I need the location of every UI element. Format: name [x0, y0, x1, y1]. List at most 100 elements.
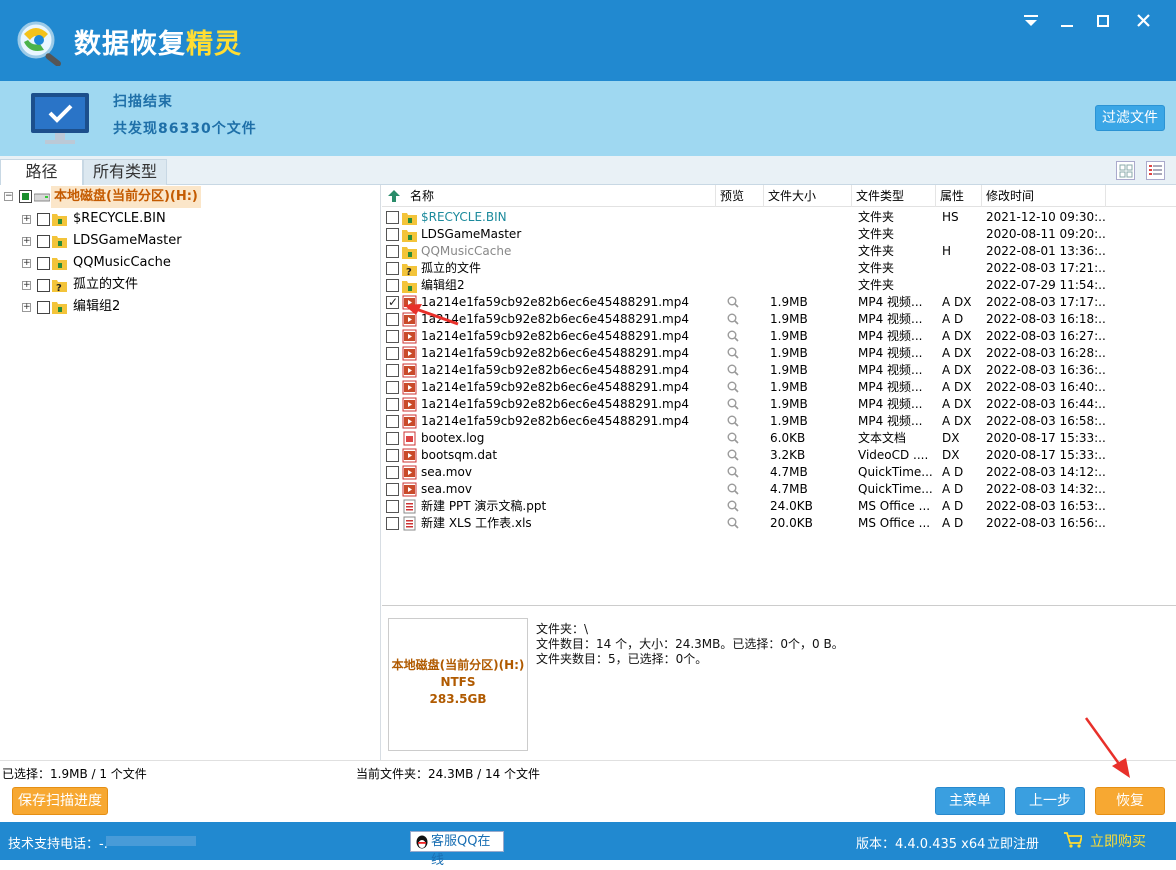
preview-magnifier-icon[interactable]	[727, 381, 739, 393]
table-row[interactable]: 1a214e1fa59cb92e82b6ec6e45488291.mp4 1.9M…	[382, 362, 1176, 379]
preview-magnifier-icon[interactable]	[727, 398, 739, 410]
preview-magnifier-icon[interactable]	[727, 415, 739, 427]
table-row[interactable]: ? 孤立的文件 文件夹 2022-08-03 17:21:...	[382, 260, 1176, 278]
row-checkbox[interactable]	[386, 500, 399, 513]
file-type: MP4 视频...	[858, 295, 923, 309]
save-progress-button[interactable]: 保存扫描进度	[12, 787, 108, 815]
row-checkbox[interactable]	[386, 466, 399, 479]
register-link[interactable]: 立即注册	[987, 833, 1039, 852]
preview-magnifier-icon[interactable]	[727, 500, 739, 512]
tree-root-label[interactable]: 本地磁盘(当前分区)(H:)	[51, 186, 201, 208]
column-attr[interactable]: 属性	[936, 185, 982, 207]
table-row[interactable]: QQMusicCache 文件夹 H 2022-08-01 13:36:...	[382, 243, 1176, 260]
table-row[interactable]: 新建 PPT 演示文稿.ppt 24.0KB MS Office ... A D 202…	[382, 498, 1176, 515]
preview-magnifier-icon[interactable]	[727, 313, 739, 325]
expand-icon[interactable]: +	[22, 215, 31, 224]
preview-magnifier-icon[interactable]	[727, 466, 739, 478]
preview-magnifier-icon[interactable]	[727, 364, 739, 376]
table-row[interactable]: 1a214e1fa59cb92e82b6ec6e45488291.mp4 1.9M…	[382, 379, 1176, 396]
table-row[interactable]: 1a214e1fa59cb92e82b6ec6e45488291.mp4 1.9M…	[382, 311, 1176, 328]
tree-checkbox[interactable]	[19, 190, 32, 203]
tree-checkbox[interactable]	[37, 213, 50, 226]
prev-step-button[interactable]: 上一步	[1015, 787, 1085, 815]
table-row[interactable]: 1a214e1fa59cb92e82b6ec6e45488291.mp4 1.9M…	[382, 396, 1176, 413]
file-size: 24.0KB	[770, 499, 813, 513]
buy-now-link[interactable]: 立即购买	[1090, 831, 1146, 851]
table-row[interactable]: bootsqm.dat 3.2KB VideoCD .... DX 2020-08-17…	[382, 447, 1176, 464]
tree-checkbox[interactable]	[37, 279, 50, 292]
table-row[interactable]: 1a214e1fa59cb92e82b6ec6e45488291.mp4 1.9M…	[382, 345, 1176, 362]
tree-checkbox[interactable]	[37, 257, 50, 270]
file-type: QuickTime...	[858, 482, 933, 496]
row-checkbox[interactable]	[386, 381, 399, 394]
list-view-icon[interactable]	[1146, 161, 1165, 180]
row-checkbox[interactable]	[386, 294, 399, 311]
row-checkbox[interactable]	[386, 415, 399, 428]
column-type[interactable]: 文件类型	[852, 185, 936, 207]
table-row[interactable]: 1a214e1fa59cb92e82b6ec6e45488291.mp4 1.9M…	[382, 328, 1176, 345]
row-checkbox[interactable]	[386, 228, 399, 241]
row-checkbox[interactable]	[386, 517, 399, 530]
filter-files-button[interactable]: 过滤文件	[1095, 105, 1165, 131]
qq-support-button[interactable]: 客服QQ在线	[410, 831, 504, 868]
table-row[interactable]: sea.mov 4.7MB QuickTime... A D 2022-08-03 14…	[382, 481, 1176, 498]
preview-magnifier-icon[interactable]	[727, 432, 739, 444]
table-row[interactable]: bootex.log 6.0KB 文本文档 DX 2020-08-17 15:33:..…	[382, 430, 1176, 447]
row-checkbox[interactable]	[386, 262, 399, 275]
preview-magnifier-icon[interactable]	[727, 330, 739, 342]
row-checkbox[interactable]	[386, 313, 399, 326]
menu-dropdown-icon[interactable]	[1019, 10, 1043, 34]
table-row[interactable]: $RECYCLE.BIN 文件夹 HS 2021-12-10 09:30:...	[382, 209, 1176, 226]
table-row[interactable]: sea.mov 4.7MB QuickTime... A D 2022-08-03 14…	[382, 464, 1176, 481]
row-checkbox[interactable]	[386, 483, 399, 496]
preview-magnifier-icon[interactable]	[727, 517, 739, 529]
expand-icon[interactable]: +	[22, 259, 31, 268]
tab-all-types[interactable]: 所有类型	[83, 159, 167, 185]
preview-magnifier-icon[interactable]	[727, 483, 739, 495]
close-icon[interactable]	[1131, 10, 1155, 34]
file-type: MP4 视频...	[858, 346, 923, 360]
office-file-icon	[402, 516, 417, 531]
row-checkbox[interactable]	[386, 330, 399, 343]
row-checkbox[interactable]	[386, 245, 399, 258]
tree-checkbox[interactable]	[37, 301, 50, 314]
row-checkbox[interactable]	[386, 432, 399, 445]
minimize-icon[interactable]	[1055, 10, 1079, 34]
row-checkbox[interactable]	[386, 398, 399, 411]
expand-icon[interactable]: +	[22, 303, 31, 312]
table-row[interactable]: 新建 XLS 工作表.xls 20.0KB MS Office ... A D 2022…	[382, 515, 1176, 532]
table-row[interactable]: LDSGameMaster 文件夹 2020-08-11 09:20:...	[382, 226, 1176, 243]
tree-checkbox[interactable]	[37, 235, 50, 248]
row-checkbox[interactable]	[386, 449, 399, 462]
file-name: sea.mov	[421, 465, 472, 479]
text-file-icon	[402, 431, 417, 446]
preview-magnifier-icon[interactable]	[727, 347, 739, 359]
file-type: 文件夹	[858, 210, 895, 224]
file-modified: 2022-08-03 16:53:...	[986, 499, 1106, 513]
table-row[interactable]: 1a214e1fa59cb92e82b6ec6e45488291.mp4 1.9M…	[382, 413, 1176, 430]
main-menu-button[interactable]: 主菜单	[935, 787, 1005, 815]
maximize-icon[interactable]	[1091, 10, 1115, 34]
expand-icon[interactable]: +	[22, 237, 31, 246]
recover-button[interactable]: 恢复	[1095, 787, 1165, 815]
video-file-icon	[402, 465, 417, 480]
preview-magnifier-icon[interactable]	[727, 296, 739, 308]
table-row[interactable]: 1a214e1fa59cb92e82b6ec6e45488291.mp4 1.9M…	[382, 294, 1176, 311]
preview-magnifier-icon[interactable]	[727, 449, 739, 461]
tab-path[interactable]: 路径	[0, 159, 83, 185]
collapse-icon[interactable]: −	[4, 192, 13, 201]
column-modified[interactable]: 修改时间	[982, 185, 1106, 207]
column-preview[interactable]: 预览	[716, 185, 764, 207]
row-checkbox[interactable]	[386, 279, 399, 292]
row-checkbox[interactable]	[386, 211, 399, 224]
column-name[interactable]: 名称	[406, 185, 716, 207]
sort-up-icon[interactable]	[388, 190, 400, 202]
file-attr: A D	[942, 465, 964, 479]
expand-icon[interactable]: +	[22, 281, 31, 290]
row-checkbox[interactable]	[386, 364, 399, 377]
thumbnail-view-icon[interactable]	[1116, 161, 1135, 180]
file-name: 新建 PPT 演示文稿.ppt	[421, 499, 547, 513]
table-row[interactable]: 编辑组2 文件夹 2022-07-29 11:54:...	[382, 277, 1176, 294]
column-size[interactable]: 文件大小	[764, 185, 852, 207]
row-checkbox[interactable]	[386, 347, 399, 360]
